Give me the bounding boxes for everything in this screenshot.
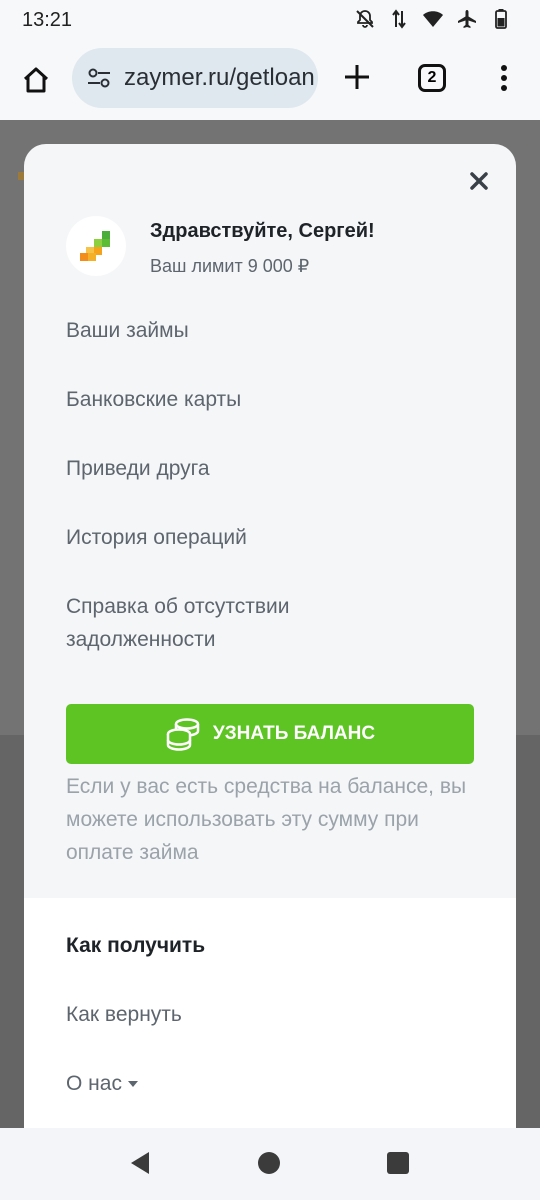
info-item-how-to-get[interactable]: Как получить [66, 934, 205, 958]
info-item-about-dropdown[interactable]: О нас [66, 1072, 138, 1096]
home-button[interactable] [18, 62, 54, 98]
check-balance-button[interactable]: УЗНАТЬ БАЛАНС [66, 704, 474, 764]
menu-item-no-debt-certificate[interactable]: Справка об отсутствии задолженности [66, 590, 336, 656]
avatar [66, 216, 126, 276]
close-button[interactable] [466, 168, 492, 194]
browser-menu-button[interactable] [492, 60, 516, 96]
caret-down-icon [127, 1081, 138, 1088]
info-menu: Как получить Как вернуть О нас [24, 898, 516, 1128]
balance-note: Если у вас есть средства на балансе, вы … [66, 775, 467, 864]
menu-item-loans[interactable]: Ваши займы [66, 314, 189, 347]
back-triangle-icon [131, 1152, 149, 1174]
browser-toolbar: zaymer.ru/getloan 2 [0, 40, 540, 120]
user-greeting: Здравствуйте, Сергей! [150, 220, 375, 242]
status-time: 13:21 [22, 9, 73, 31]
close-icon [470, 172, 488, 190]
notifications-off-icon [354, 8, 376, 30]
tab-switcher-button[interactable]: 2 [418, 64, 446, 92]
system-nav-bar [0, 1128, 540, 1200]
status-icons [354, 8, 512, 30]
coins-icon [165, 716, 201, 752]
site-settings-icon[interactable] [84, 63, 114, 93]
account-menu-panel: Здравствуйте, Сергей! Ваш лимит 9 000 ₽ … [24, 144, 516, 1128]
home-icon [23, 67, 49, 93]
wifi-icon [422, 8, 444, 30]
menu-item-bank-cards[interactable]: Банковские карты [66, 383, 241, 416]
loan-limit: Ваш лимит 9 000 ₽ [150, 256, 310, 276]
airplane-icon [456, 8, 478, 30]
url-text: zaymer.ru/getloan [124, 64, 315, 91]
new-tab-button[interactable] [340, 60, 374, 94]
url-bar[interactable]: zaymer.ru/getloan [72, 48, 318, 108]
about-label: О нас [66, 1072, 122, 1095]
more-vert-icon [501, 65, 507, 91]
signal-arrows-icon [388, 8, 410, 30]
info-item-how-to-return[interactable]: Как вернуть [66, 1003, 182, 1027]
home-circle-button[interactable] [258, 1152, 280, 1174]
plus-icon [345, 65, 369, 89]
back-button[interactable] [128, 1150, 150, 1181]
menu-item-refer-friend[interactable]: Приведи друга [66, 452, 210, 485]
menu-item-operations-history[interactable]: История операций [66, 521, 247, 554]
battery-icon [490, 8, 512, 30]
status-bar: 13:21 [0, 0, 540, 40]
recents-button[interactable] [387, 1152, 409, 1174]
zaymer-logo-icon [80, 231, 110, 261]
check-balance-label: УЗНАТЬ БАЛАНС [212, 723, 376, 744]
